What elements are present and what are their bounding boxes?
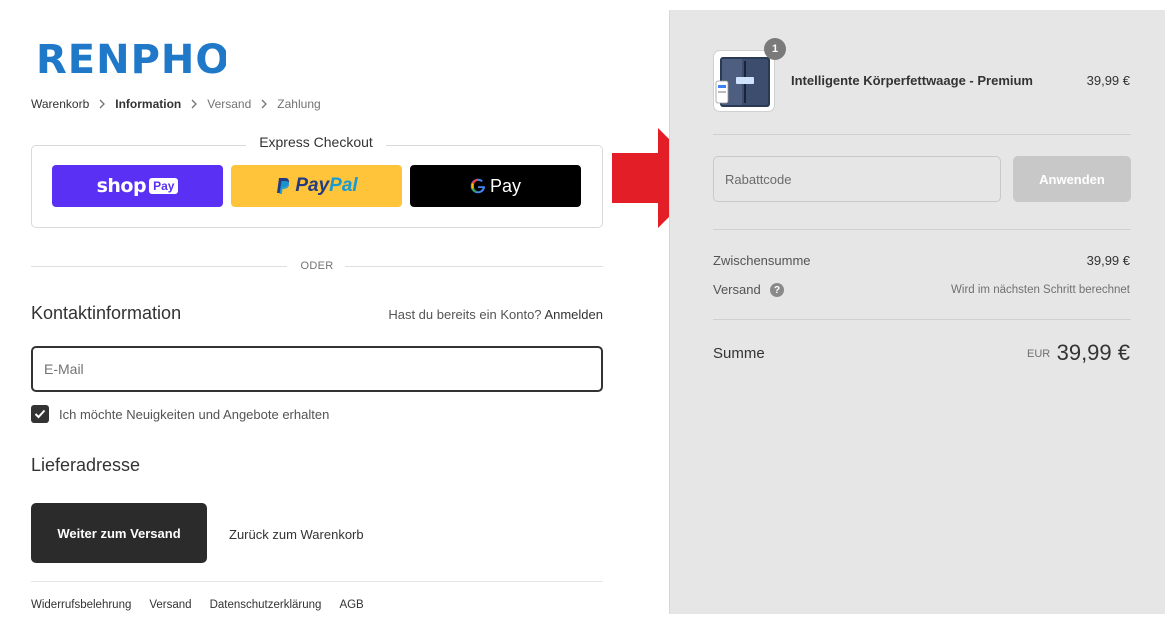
paypal-label-pay: Pay bbox=[295, 175, 330, 196]
login-prompt: Hast du bereits ein Konto? bbox=[388, 307, 542, 322]
footer-link-withdrawal[interactable]: Widerrufsbelehrung bbox=[31, 599, 131, 611]
chevron-right-icon bbox=[93, 98, 111, 110]
google-pay-label: Pay bbox=[489, 175, 522, 196]
divider-line-right bbox=[345, 266, 603, 267]
total-amount: 39,99 € bbox=[1056, 340, 1130, 365]
breadcrumb-payment: Zahlung bbox=[277, 97, 321, 111]
shop-pay-badge: Pay bbox=[149, 178, 179, 194]
quantity-badge: 1 bbox=[764, 38, 786, 60]
discount-code-input[interactable] bbox=[713, 156, 1001, 202]
total-label: Summe bbox=[713, 345, 765, 362]
chevron-right-icon bbox=[255, 98, 273, 110]
contact-section-title: Kontaktinformation bbox=[31, 303, 182, 323]
chevron-right-icon bbox=[185, 98, 203, 110]
breadcrumb-information: Information bbox=[115, 97, 182, 111]
product-price: 39,99 € bbox=[1086, 73, 1130, 88]
divider-line-left bbox=[31, 266, 287, 267]
footer-links: Widerrufsbelehrung Versand Datenschutzer… bbox=[31, 599, 364, 611]
continue-to-shipping-button[interactable]: Weiter zum Versand bbox=[31, 503, 207, 563]
footer-divider bbox=[31, 581, 603, 582]
breadcrumb: Warenkorb Information Versand Zahlung bbox=[31, 97, 321, 111]
help-icon[interactable]: ? bbox=[770, 283, 784, 297]
shipping-value: Wird im nächsten Schritt berechnet bbox=[951, 284, 1130, 296]
email-field[interactable] bbox=[31, 346, 603, 392]
shipping-label: Versand bbox=[713, 282, 761, 297]
express-checkout-title: Express Checkout bbox=[246, 134, 386, 150]
renpho-logo[interactable]: RENPHO bbox=[36, 36, 229, 83]
product-thumbnail bbox=[713, 50, 775, 112]
shop-pay-button[interactable]: shop Pay bbox=[52, 165, 223, 207]
footer-link-privacy[interactable]: Datenschutzerklärung bbox=[210, 599, 322, 611]
google-g-icon bbox=[470, 178, 486, 194]
summary-divider bbox=[713, 134, 1131, 135]
apply-discount-button[interactable]: Anwenden bbox=[1013, 156, 1131, 202]
subtotal-label: Zwischensumme bbox=[713, 253, 811, 268]
paypal-button[interactable]: Pay Pal bbox=[231, 165, 402, 207]
shipping-section-title: Lieferadresse bbox=[31, 455, 141, 475]
summary-divider bbox=[713, 319, 1131, 320]
breadcrumb-shipping: Versand bbox=[207, 97, 252, 111]
newsletter-label[interactable]: Ich möchte Neuigkeiten und Angebote erha… bbox=[59, 407, 329, 422]
footer-link-terms[interactable]: AGB bbox=[339, 599, 363, 611]
summary-divider bbox=[713, 229, 1131, 230]
or-divider-label: ODER bbox=[300, 260, 334, 272]
login-link[interactable]: Anmelden bbox=[544, 307, 603, 322]
login-hint: Hast du bereits ein Konto? Anmelden bbox=[388, 307, 603, 322]
total-currency: EUR bbox=[1027, 348, 1051, 360]
product-name: Intelligente Körperfettwaage - Premium bbox=[791, 73, 1033, 88]
subtotal-value: 39,99 € bbox=[1086, 253, 1130, 268]
google-pay-button[interactable]: Pay bbox=[410, 165, 581, 207]
back-to-cart-link[interactable]: Zurück zum Warenkorb bbox=[229, 527, 364, 542]
paypal-label-pal: Pal bbox=[329, 175, 358, 196]
shop-pay-label: shop bbox=[96, 175, 147, 197]
newsletter-checkbox[interactable] bbox=[31, 405, 49, 423]
footer-link-shipping[interactable]: Versand bbox=[149, 599, 191, 611]
paypal-icon bbox=[275, 177, 291, 195]
checkmark-icon bbox=[34, 409, 46, 419]
logo-text: RENPHO bbox=[36, 37, 226, 80]
breadcrumb-cart[interactable]: Warenkorb bbox=[31, 97, 89, 111]
